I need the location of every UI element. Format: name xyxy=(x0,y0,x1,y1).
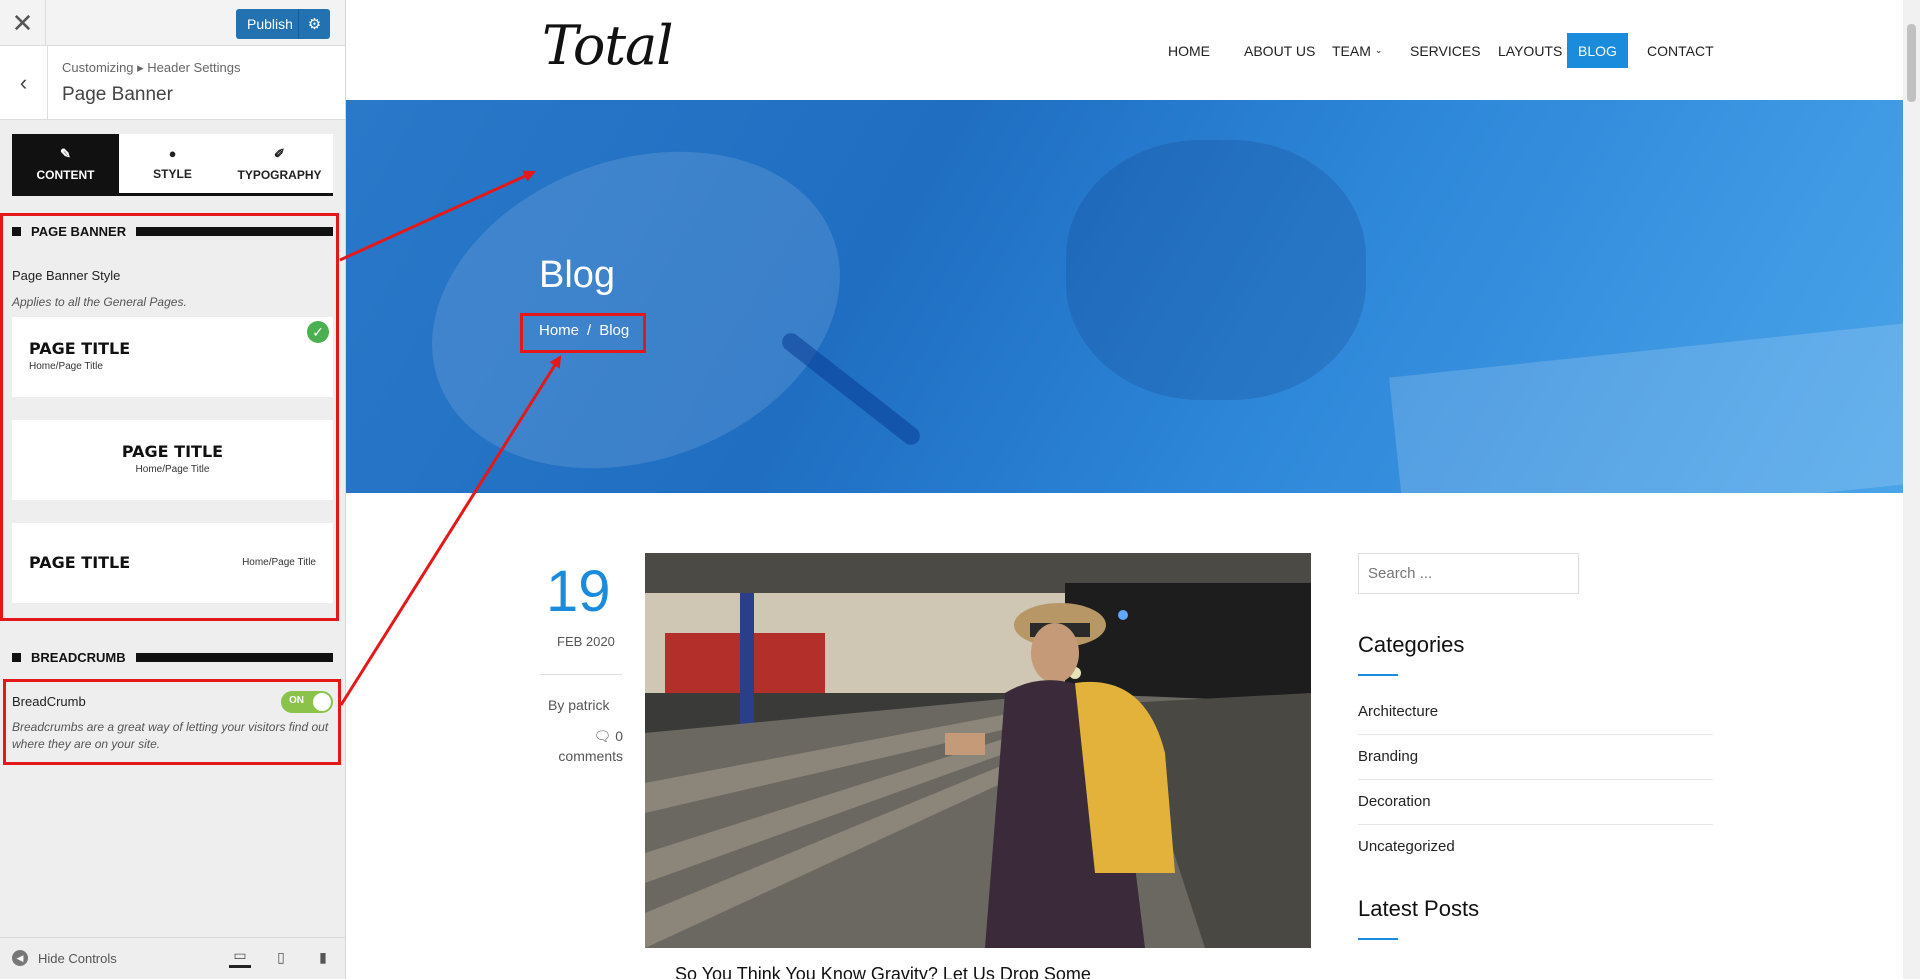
collapse-icon: ◀ xyxy=(12,950,28,966)
section-title: Page Banner xyxy=(62,84,173,105)
tab-typography-label: TYPOGRAPHY xyxy=(237,167,322,182)
nav-layouts-label: LAYOUTS xyxy=(1498,42,1563,59)
desktop-preview-icon[interactable]: ▭ xyxy=(229,946,251,968)
category-item[interactable]: Uncategorized xyxy=(1358,825,1713,870)
post-author[interactable]: By patrick xyxy=(548,697,609,713)
banner-photo-shape xyxy=(1066,140,1366,400)
banner-photo-shape xyxy=(387,100,885,493)
nav-team-label: TEAM xyxy=(1332,42,1371,59)
annotation-box-preview-breadcrumb xyxy=(520,313,646,353)
nav-services[interactable]: SERVICES xyxy=(1399,33,1492,68)
category-item[interactable]: Architecture xyxy=(1358,690,1713,735)
chevron-down-icon: ⌄ xyxy=(1374,45,1383,55)
post-date-day: 19 xyxy=(546,559,611,624)
tab-content[interactable]: ✎ CONTENT xyxy=(12,134,119,193)
divider xyxy=(540,674,622,675)
pen-icon: ✐ xyxy=(274,145,285,161)
category-item[interactable]: Branding xyxy=(1358,735,1713,780)
customizer-breadcrumb: Customizing ▸ Header Settings xyxy=(62,60,241,75)
edit-icon: ✎ xyxy=(60,145,71,161)
page-banner: Blog Home / Blog xyxy=(346,100,1903,493)
tablet-preview-icon[interactable]: ▯ xyxy=(270,946,292,968)
tab-style-label: STYLE xyxy=(153,167,192,181)
post-comments[interactable]: 🗨 0 comments xyxy=(541,726,623,766)
banner-photo-shape xyxy=(1389,323,1903,493)
banner-photo-shape xyxy=(778,329,924,449)
tab-style[interactable]: ● STYLE xyxy=(119,134,226,193)
heading-bar xyxy=(135,653,333,662)
back-arrow-icon[interactable]: ‹ xyxy=(0,46,48,120)
comments-label: comments xyxy=(558,748,623,764)
train-station-photo xyxy=(645,553,1311,948)
gear-icon[interactable]: ⚙ xyxy=(298,9,330,39)
palette-icon: ● xyxy=(168,146,177,161)
publish-button[interactable]: Publish ⚙ xyxy=(236,9,330,39)
category-item[interactable]: Decoration xyxy=(1358,780,1713,825)
customizer-footer: ◀ Hide Controls xyxy=(0,937,345,979)
breadcrumb-heading: BREADCRUMB xyxy=(12,650,333,665)
tab-content-label: CONTENT xyxy=(36,167,95,182)
annotation-box-breadcrumb xyxy=(3,679,341,765)
latest-posts-title: Latest Posts xyxy=(1358,896,1480,921)
comments-count: 0 xyxy=(615,728,623,744)
nav-blog[interactable]: BLOG xyxy=(1567,33,1628,68)
publish-label: Publish xyxy=(247,16,293,32)
title-underline xyxy=(1358,938,1398,940)
nav-team[interactable]: TEAM ⌄ xyxy=(1321,33,1393,68)
post-title[interactable]: So You Think You Know Gravity? Let Us Dr… xyxy=(675,964,1091,979)
comment-icon: 🗨 xyxy=(593,728,612,744)
heading-square xyxy=(12,653,21,662)
scrollbar[interactable] xyxy=(1903,0,1920,979)
breadcrumb-heading-text: BREADCRUMB xyxy=(31,650,126,665)
hide-controls-button[interactable]: ◀ Hide Controls xyxy=(12,950,117,966)
site-logo[interactable]: Total xyxy=(542,14,674,77)
mobile-preview-icon[interactable]: ▮ xyxy=(312,946,334,968)
post-date-month-year: FEB 2020 xyxy=(557,634,615,649)
nav-contact[interactable]: CONTACT xyxy=(1636,33,1725,68)
section-header: ‹ Customizing ▸ Header Settings Page Ban… xyxy=(0,46,345,120)
nav-about-us[interactable]: ABOUT US xyxy=(1233,33,1326,68)
customizer-header: ✕ Publish ⚙ xyxy=(0,0,345,46)
post-title-box: So You Think You Know Gravity? Let Us Dr… xyxy=(645,948,1190,979)
title-underline xyxy=(1358,674,1398,676)
control-tabs: ✎ CONTENT ● STYLE ✐ TYPOGRAPHY xyxy=(12,134,333,196)
search-input[interactable] xyxy=(1358,553,1579,594)
close-icon[interactable]: ✕ xyxy=(0,0,46,46)
categories-title: Categories xyxy=(1358,632,1465,657)
page-title: Blog xyxy=(539,254,616,296)
annotation-box-page-banner xyxy=(0,213,339,621)
post-featured-image[interactable] xyxy=(645,553,1311,948)
tab-typography[interactable]: ✐ TYPOGRAPHY xyxy=(226,134,333,193)
site-preview: Total HOME ABOUT US TEAM ⌄ SERVICES LAYOU… xyxy=(346,0,1920,979)
nav-home[interactable]: HOME xyxy=(1157,33,1221,68)
scrollbar-thumb[interactable] xyxy=(1907,24,1916,102)
hide-controls-label: Hide Controls xyxy=(38,950,117,966)
